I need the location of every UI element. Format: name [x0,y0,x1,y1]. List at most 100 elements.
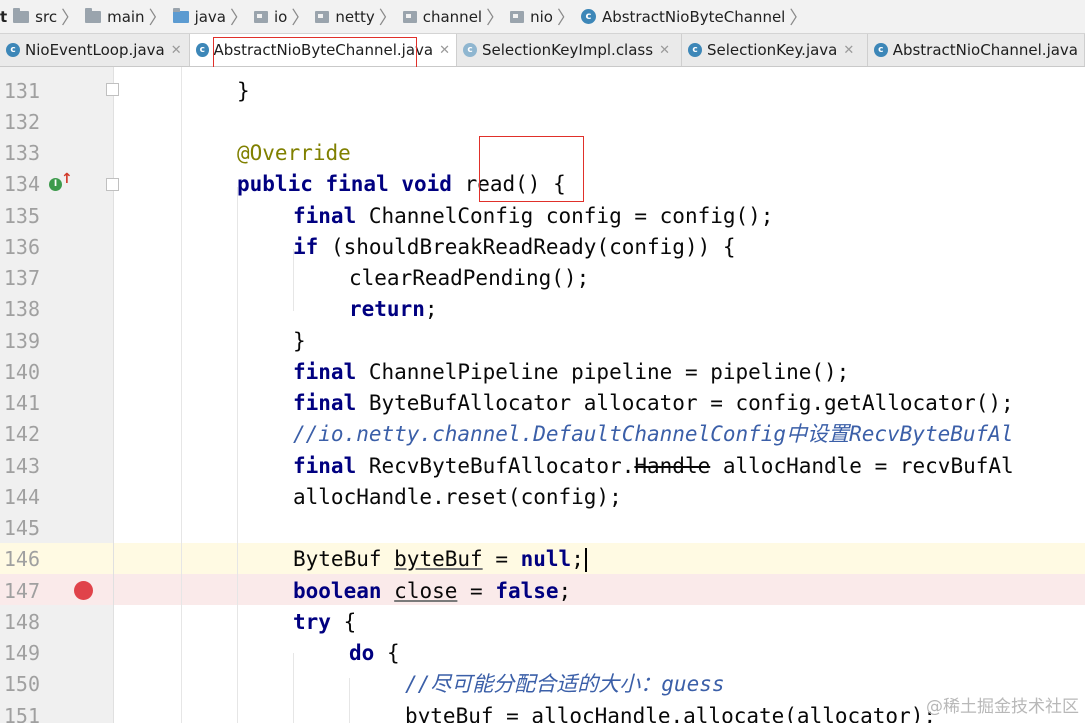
breadcrumb-item-nio[interactable]: nio 〉 [504,0,575,33]
package-icon [510,10,525,23]
class-icon: c [6,43,20,57]
breadcrumb-item-io[interactable]: io 〉 [248,0,309,33]
breadcrumb-item-java[interactable]: java 〉 [167,0,248,33]
gutter-separator [113,67,114,723]
indent-guide [181,67,182,723]
breadcrumb-label: java [194,7,226,26]
line-number: 148 [3,610,40,634]
breadcrumb-item-netty[interactable]: netty 〉 [309,0,397,33]
line-number: 132 [3,110,40,134]
code-text: } [237,79,250,103]
breadcrumb-item-class[interactable]: c AbstractNioByteChannel 〉 [575,0,807,33]
code-text: allocHandle.reset(config); [293,485,622,509]
tab-selectionkey[interactable]: c SelectionKey.java ✕ [682,34,868,66]
line-number: 135 [3,204,40,228]
code-line-137: clearReadPending(); [349,263,589,294]
tab-label: SelectionKeyImpl.class [482,41,654,59]
tab-label: AbstractNioChannel.java [892,41,1078,59]
code-text: { [540,172,566,196]
line-number: 131 [3,79,40,103]
keyword: false [495,579,559,603]
code-text: { [374,641,400,665]
keyword: if [293,235,319,259]
variable: byteBuf [394,547,483,571]
line-number: 149 [3,641,40,665]
class-icon: c [874,43,888,57]
line-number: 139 [3,329,40,353]
code-text: ChannelConfig config = config(); [356,204,774,228]
chevron-right-icon: 〉 [556,7,575,29]
fold-icon[interactable] [106,83,119,96]
tab-label: NioEventLoop.java [25,41,165,59]
line-number: 134 [3,172,40,196]
indent-guide [349,678,350,723]
line-number: 142 [3,422,40,446]
fold-icon[interactable] [106,178,119,191]
breadcrumb-item-root[interactable]: t [0,0,7,33]
tab-nioeventloop[interactable]: c NioEventLoop.java ✕ [0,34,190,66]
package-icon [315,10,330,23]
close-icon[interactable]: ✕ [439,43,450,58]
breadcrumb-label: t [0,7,8,26]
breadcrumb-label: netty [335,7,375,26]
close-icon[interactable]: ✕ [659,43,670,58]
breadcrumb-item-src[interactable]: src 〉 [7,0,79,33]
package-icon [402,10,417,23]
code-line-133: @Override [237,138,351,169]
code-line-148: try { [293,607,356,638]
code-line-149: do { [349,638,400,669]
code-text: = [482,547,521,571]
class-icon: c [688,43,702,57]
tab-label: SelectionKey.java [707,41,838,59]
folder-icon [172,7,189,23]
breadcrumb-label: channel [422,7,483,26]
arrow-up-icon[interactable]: ↑ [61,171,73,187]
code-text: ChannelPipeline pipeline = pipeline(); [356,360,850,384]
indent-guide [237,187,238,723]
code-text: ; [558,579,572,603]
code-line-144: allocHandle.reset(config); [293,482,622,513]
class-icon: c [196,43,209,57]
keyword: final [293,204,357,228]
code-text: RecvByteBufAllocator. [356,454,635,478]
code-text: = [457,579,496,603]
line-number: 141 [3,391,40,415]
breadcrumb-item-main[interactable]: main 〉 [79,0,167,33]
keyword: do [349,641,375,665]
tab-abstractniobytechannel[interactable]: c AbstractNioByteChannel.java ✕ [190,34,457,66]
code-line-134: public final void read() { [237,169,566,200]
code-text: byteBuf = allocHandle.allocate(allocator… [405,704,937,723]
chevron-right-icon: 〉 [148,7,167,29]
class-icon: c [463,43,477,57]
line-number: 145 [3,516,40,540]
folder-icon [85,7,102,23]
class-icon: c [580,9,596,24]
comment: //尽可能分配合适的大小：guess [405,672,725,696]
code-line-141: final ByteBufAllocator allocator = confi… [293,388,1014,419]
code-line-140: final ChannelPipeline pipeline = pipelin… [293,357,849,388]
breadcrumb: t src 〉 main 〉 java 〉 io 〉 netty 〉 chann… [0,0,1085,34]
line-number: 146 [3,547,40,571]
line-number: 144 [3,485,40,509]
tab-selectionkeyimpl[interactable]: c SelectionKeyImpl.class ✕ [457,34,682,66]
breadcrumb-item-channel[interactable]: channel 〉 [397,0,504,33]
chevron-right-icon: 〉 [378,7,397,29]
code-line-131: } [237,76,250,107]
tab-abstractniochannel[interactable]: c AbstractNioChannel.java [868,34,1085,66]
keyword: try [293,610,331,634]
code-line-151: byteBuf = allocHandle.allocate(allocator… [405,701,936,723]
close-icon[interactable]: ✕ [843,43,854,58]
deprecated-type: Handle [634,454,711,478]
line-number: 140 [3,360,40,384]
chevron-right-icon: 〉 [789,7,808,29]
watermark: @稀土掘金技术社区 [926,697,1079,717]
breadcrumb-label: src [35,7,58,26]
close-icon[interactable]: ✕ [171,43,182,58]
code-line-150: //尽可能分配合适的大小：guess [405,669,725,700]
line-number: 143 [3,454,40,478]
code-line-135: final ChannelConfig config = config(); [293,201,773,232]
code-text: ByteBufAllocator allocator = config.getA… [356,391,1014,415]
breakpoint-icon[interactable] [74,581,93,600]
code-editor[interactable]: 131 132 133 134 135 136 137 138 139 140 … [0,67,1085,723]
